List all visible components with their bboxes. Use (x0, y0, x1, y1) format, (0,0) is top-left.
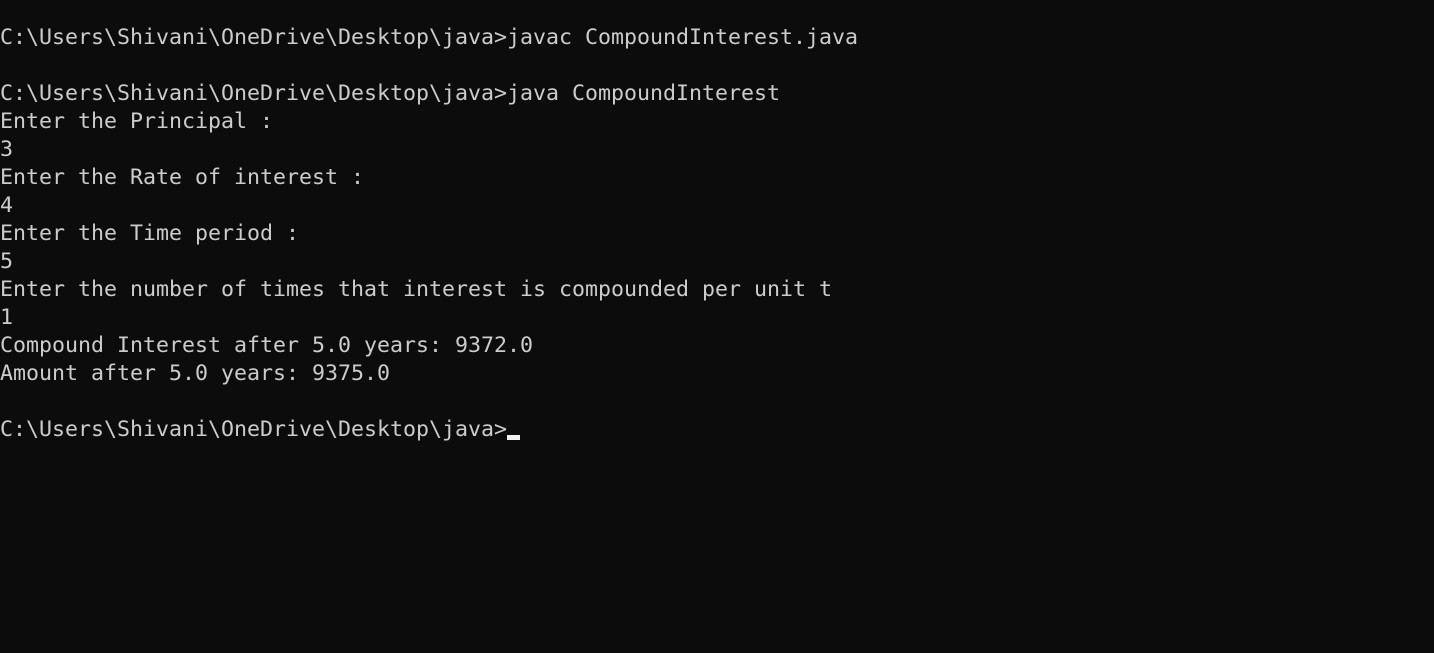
output-line: Enter the Rate of interest : (0, 165, 365, 190)
prompt: C:\Users\Shivani\OneDrive\Desktop\java> (0, 417, 508, 442)
output-line: Enter the Time period : (0, 221, 300, 246)
output-line: 5 (0, 249, 14, 274)
output-line: Enter the number of times that interest … (0, 277, 833, 302)
output-line: Enter the Principal : (0, 109, 274, 134)
terminal-output[interactable]: C:\Users\Shivani\OneDrive\Desktop\java>j… (0, 24, 858, 444)
output-line: C:\Users\Shivani\OneDrive\Desktop\java>j… (0, 25, 859, 50)
output-line: Compound Interest after 5.0 years: 9372.… (0, 333, 534, 358)
output-line: 1 (0, 305, 14, 330)
output-line: Amount after 5.0 years: 9375.0 (0, 361, 391, 386)
output-line: C:\Users\Shivani\OneDrive\Desktop\java>j… (0, 81, 781, 106)
text-cursor (507, 435, 521, 440)
output-line: 4 (0, 193, 14, 218)
output-line: 3 (0, 137, 14, 162)
output-lines: C:\Users\Shivani\OneDrive\Desktop\java>j… (0, 24, 858, 416)
current-prompt-line[interactable]: C:\Users\Shivani\OneDrive\Desktop\java> (0, 416, 858, 444)
